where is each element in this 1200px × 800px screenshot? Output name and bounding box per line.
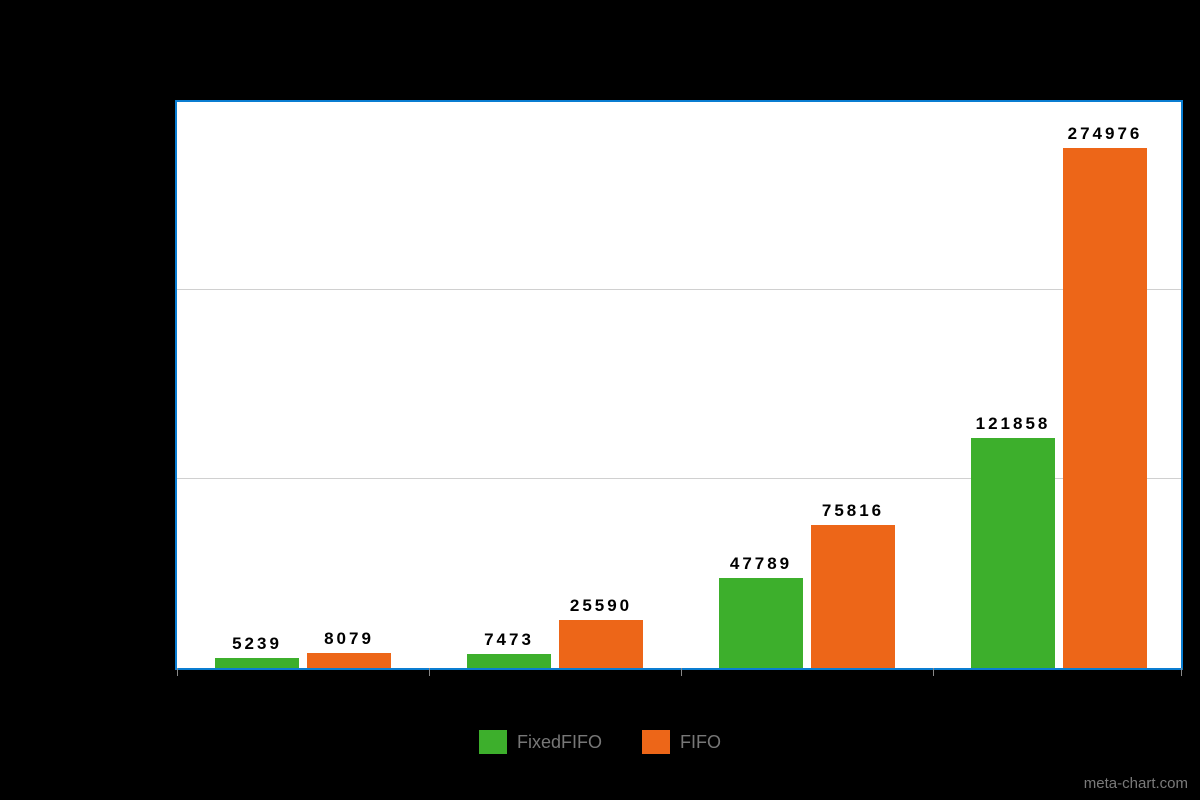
x-tick: [177, 668, 178, 676]
legend-item-fifo: FIFO: [642, 730, 721, 754]
bar-label: 274976: [1045, 124, 1165, 144]
legend-swatch-icon: [642, 730, 670, 754]
y-gridline: [177, 289, 1181, 290]
legend-swatch-icon: [479, 730, 507, 754]
bar-label: 25590: [541, 596, 661, 616]
plot-area: 5239 8079 7473 25590 47789 75816 121858 …: [177, 102, 1181, 668]
bar-label: 7473: [449, 630, 569, 650]
bar-fixedfifo-0: [215, 658, 299, 668]
bar-label: 75816: [793, 501, 913, 521]
bar-fixedfifo-1: [467, 654, 551, 668]
x-tick: [1181, 668, 1182, 676]
legend: FixedFIFO FIFO: [0, 730, 1200, 754]
legend-label: FIFO: [680, 732, 721, 753]
bar-fixedfifo-2: [719, 578, 803, 668]
bar-fifo-0: [307, 653, 391, 668]
x-tick: [933, 668, 934, 676]
chart-plot-area: 5239 8079 7473 25590 47789 75816 121858 …: [175, 100, 1183, 670]
bar-label: 47789: [701, 554, 821, 574]
bar-fifo-2: [811, 525, 895, 668]
bar-label: 121858: [953, 414, 1073, 434]
bar-fifo-3: [1063, 148, 1147, 668]
x-tick: [429, 668, 430, 676]
x-tick: [681, 668, 682, 676]
legend-label: FixedFIFO: [517, 732, 602, 753]
legend-item-fixedfifo: FixedFIFO: [479, 730, 602, 754]
bar-fixedfifo-3: [971, 438, 1055, 668]
bar-label: 8079: [289, 629, 409, 649]
watermark-text: meta-chart.com: [1084, 775, 1188, 792]
bar-fifo-1: [559, 620, 643, 668]
